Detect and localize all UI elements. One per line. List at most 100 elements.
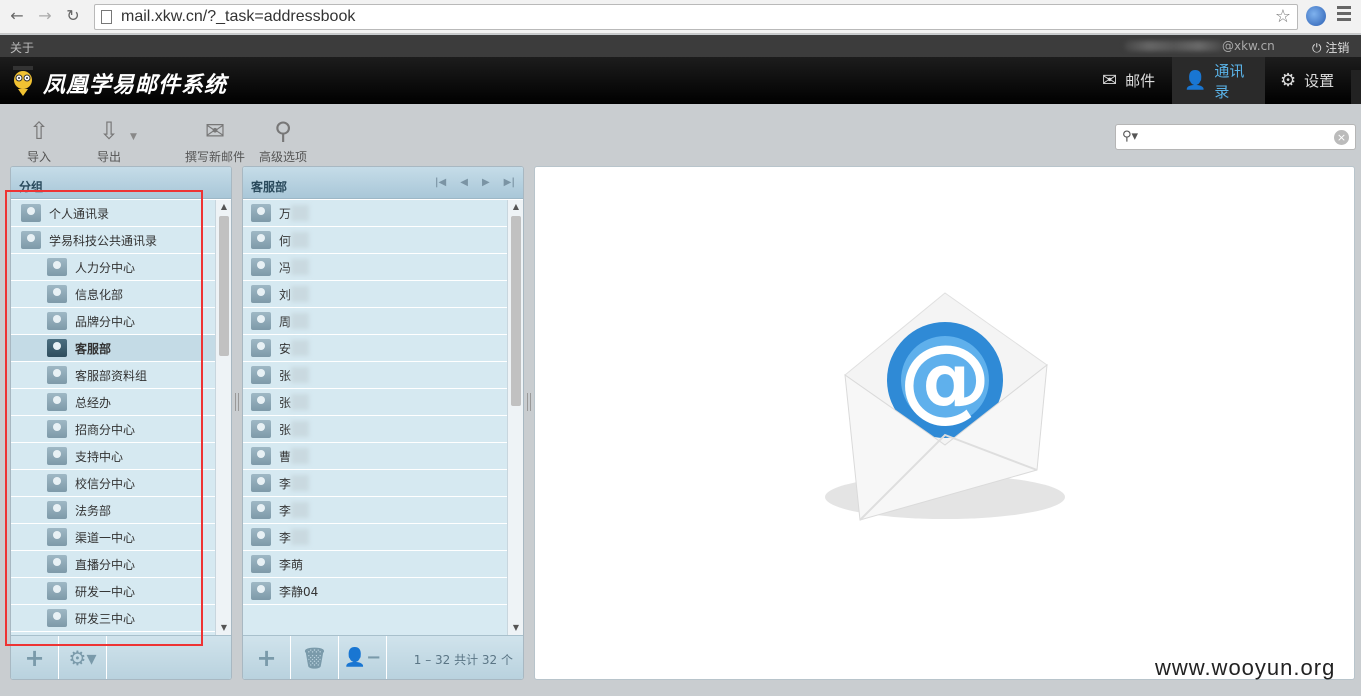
menu-icon[interactable] <box>1337 6 1351 24</box>
contact-icon <box>251 555 271 573</box>
contact-icon <box>251 258 271 276</box>
contact-row[interactable]: 冯 <box>243 254 507 281</box>
star-icon[interactable]: ☆ <box>1275 6 1291 27</box>
group-item[interactable]: 客服部资料组 <box>11 362 215 389</box>
group-icon <box>47 420 67 438</box>
group-icon <box>47 501 67 519</box>
contact-row[interactable]: 周 <box>243 308 507 335</box>
group-label: 招商分中心 <box>75 422 136 437</box>
contact-row[interactable]: 安 <box>243 335 507 362</box>
nav-settings-label: 设置 <box>1304 72 1335 90</box>
group-settings-gear-icon[interactable]: ⚙▾ <box>59 636 107 679</box>
import-button[interactable]: ⇧ 导入 <box>22 116 56 165</box>
logout-button[interactable]: ⏻ 注销 <box>1312 39 1349 56</box>
magnifier-icon: ⚲ <box>274 117 292 145</box>
contact-row[interactable]: 李静04 <box>243 578 507 605</box>
group-label: 客服部资料组 <box>75 368 148 383</box>
group-item[interactable]: 信息化部 <box>11 281 215 308</box>
group-item[interactable]: 研发三中心 <box>11 605 215 632</box>
contact-row[interactable]: 张 <box>243 389 507 416</box>
remove-from-group-icon[interactable]: 👤− <box>339 636 387 679</box>
contact-row[interactable]: 李萌 <box>243 551 507 578</box>
svg-text:@: @ <box>899 325 991 432</box>
about-link[interactable]: 关于 <box>10 39 34 56</box>
group-item[interactable]: 渠道一中心 <box>11 524 215 551</box>
groups-scrollbar[interactable]: ▲ ▼ <box>215 200 231 635</box>
scroll-up-icon[interactable]: ▲ <box>216 200 231 214</box>
advanced-search-button[interactable]: ⚲ 高级选项 <box>257 116 309 165</box>
contact-row[interactable]: 张 <box>243 416 507 443</box>
group-item[interactable]: 招商分中心 <box>11 416 215 443</box>
nav-settings[interactable]: ⚙ 设置 <box>1268 57 1346 104</box>
contact-icon <box>251 447 271 465</box>
arrow-left-icon[interactable]: ← <box>6 5 28 27</box>
watermark: www.wooyun.org <box>1155 655 1336 680</box>
group-label: 法务部 <box>75 503 112 518</box>
blurred-text <box>291 475 310 491</box>
group-item[interactable]: 校信分中心 <box>11 470 215 497</box>
scroll-down-icon[interactable]: ▼ <box>508 621 523 635</box>
contact-row[interactable]: 李 <box>243 470 507 497</box>
group-item[interactable]: 研发一中心 <box>11 578 215 605</box>
group-item[interactable]: 品牌分中心 <box>11 308 215 335</box>
address-bar[interactable]: mail.xkw.cn/?_task=addressbook ☆ <box>94 4 1298 30</box>
globe-icon[interactable] <box>1306 6 1326 26</box>
group-item[interactable]: 总经办 <box>11 389 215 416</box>
export-dropdown-icon[interactable]: ▼ <box>130 132 137 142</box>
nav-mail[interactable]: ✉ 邮件 <box>1090 57 1167 104</box>
group-item[interactable]: 人力分中心 <box>11 254 215 281</box>
contact-row[interactable]: 张 <box>243 362 507 389</box>
nav-addressbook[interactable]: 👤 通讯录 <box>1172 57 1265 104</box>
add-contact-button[interactable]: + <box>243 636 291 679</box>
contact-name: 刘 <box>279 287 292 302</box>
search-box[interactable]: ⚲▾ × <box>1115 124 1356 150</box>
compose-button[interactable]: ✉ 撰写新邮件 <box>183 116 247 165</box>
group-item[interactable]: 法务部 <box>11 497 215 524</box>
scroll-up-icon[interactable]: ▲ <box>508 200 523 214</box>
splitter-handle[interactable] <box>235 393 239 411</box>
groups-panel: 分组 个人通讯录 学易科技公共通讯录 人力分中心 信息化部 品牌分中心 客服部 … <box>10 166 232 680</box>
arrow-right-icon[interactable]: → <box>34 5 56 27</box>
envelope-at-icon: @ <box>825 292 1065 521</box>
blurred-text <box>291 529 310 545</box>
envelope-icon: ✉ <box>1102 70 1118 91</box>
clear-search-icon[interactable]: × <box>1334 130 1349 145</box>
contact-row[interactable]: 刘 <box>243 281 507 308</box>
contact-row[interactable]: 何 <box>243 227 507 254</box>
group-label: 品牌分中心 <box>75 314 136 329</box>
first-page-icon[interactable]: |◀ <box>435 177 446 188</box>
reload-icon[interactable]: ↻ <box>62 5 84 27</box>
group-label: 总经办 <box>75 395 112 410</box>
contact-name: 张 <box>279 368 292 383</box>
group-label: 研发三中心 <box>75 611 136 626</box>
contact-row[interactable]: 万 <box>243 200 507 227</box>
scroll-down-icon[interactable]: ▼ <box>216 621 231 635</box>
contact-icon <box>251 339 271 357</box>
scroll-thumb[interactable] <box>219 216 229 356</box>
group-item[interactable]: 个人通讯录 <box>11 200 215 227</box>
page-scrollbar[interactable] <box>1351 70 1361 104</box>
trash-icon[interactable]: 🗑 <box>291 636 339 679</box>
prev-page-icon[interactable]: ◀ <box>460 177 468 188</box>
splitter-handle[interactable] <box>527 393 531 411</box>
group-item[interactable]: 支持中心 <box>11 443 215 470</box>
next-page-icon[interactable]: ▶ <box>482 177 490 188</box>
contact-name: 何 <box>279 233 292 248</box>
blurred-text <box>291 421 310 437</box>
scroll-thumb[interactable] <box>511 216 521 406</box>
app-header: 凤凰学易邮件系统 ✉ 邮件 👤 通讯录 ⚙ 设置 <box>0 57 1361 104</box>
export-button[interactable]: ⇩ 导出 <box>92 116 126 165</box>
logout-label: 注销 <box>1325 41 1350 55</box>
group-item[interactable]: 学易科技公共通讯录 <box>11 227 215 254</box>
contact-row[interactable]: 曹 <box>243 443 507 470</box>
contact-row[interactable]: 李 <box>243 497 507 524</box>
group-item-selected[interactable]: 客服部 <box>11 335 215 362</box>
last-page-icon[interactable]: ▶| <box>504 177 515 188</box>
search-icon[interactable]: ⚲▾ <box>1122 129 1138 144</box>
contact-row[interactable]: 李 <box>243 524 507 551</box>
add-group-button[interactable]: + <box>11 636 59 679</box>
group-item[interactable]: 直播分中心 <box>11 551 215 578</box>
url-text[interactable]: mail.xkw.cn/?_task=addressbook <box>121 8 355 26</box>
contacts-scrollbar[interactable]: ▲ ▼ <box>507 200 523 635</box>
blurred-text <box>291 340 310 356</box>
